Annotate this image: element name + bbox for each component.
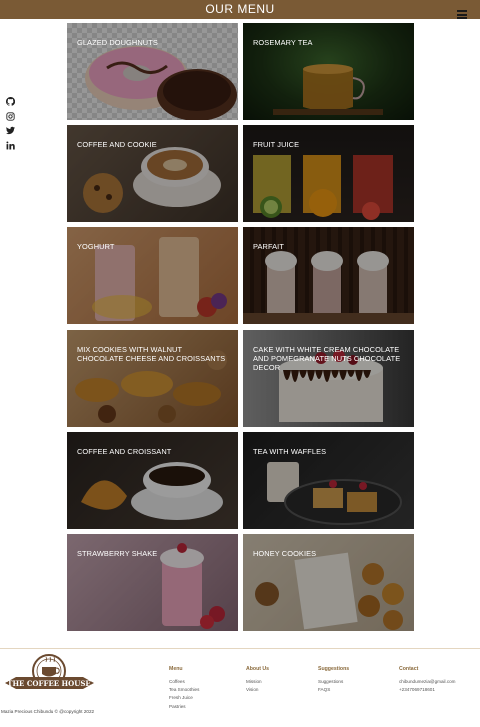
menu-item-label: MIX COOKIES WITH WALNUT CHOCOLATE CHEESE… (77, 345, 226, 363)
menu-card-mix-cookies[interactable]: MIX COOKIES WITH WALNUT CHOCOLATE CHEESE… (67, 330, 238, 427)
menu-item-label: FRUIT JUICE (253, 140, 300, 149)
menu-card-strawberry-shake[interactable]: STRAWBERRY SHAKE (67, 534, 238, 631)
menu-card-parfait[interactable]: PARFAIT (243, 227, 414, 324)
menu-item-label: TEA WITH WAFFLES (253, 447, 327, 456)
footer-heading: About Us (246, 666, 270, 672)
footer-heading: Contact (399, 666, 419, 672)
footer-link[interactable]: Vision (246, 686, 269, 694)
menu-card-coffee-and-cookie[interactable]: COFFEE AND COOKIE (67, 125, 238, 222)
menu-item-label: STRAWBERRY SHAKE (77, 549, 158, 558)
menu-card-coffee-and-croissant[interactable]: COFFEE AND CROISSANT (67, 432, 238, 529)
contact-phone[interactable]: +2347069718601 (399, 686, 456, 694)
instagram-icon[interactable] (6, 111, 15, 121)
footer-link[interactable]: Pastries (169, 703, 199, 711)
page-title: OUR MENU (205, 2, 275, 16)
menu-card-fruit-juice[interactable]: FRUIT JUICE (243, 125, 414, 222)
menu-item-label: HONEY COOKIES (253, 549, 317, 558)
footer-link[interactable]: Tea Smoothies (169, 686, 199, 694)
footer-heading: Suggestions (318, 666, 350, 672)
hamburger-icon[interactable] (457, 10, 467, 19)
menu-card-cake-white-cream[interactable]: CAKE WITH WHITE CREAM CHOCOLATE AND POME… (243, 330, 414, 427)
menu-item-label: COFFEE AND CROISSANT (77, 447, 172, 456)
footer-link[interactable]: FAQS (318, 686, 349, 694)
footer-link[interactable]: Coffees (169, 678, 199, 686)
footer-heading: Menu (169, 666, 183, 672)
twitter-icon[interactable] (6, 126, 15, 135)
footer-column-menu: Menu Coffees Tea Smoothies Fresh Juice P… (169, 666, 199, 711)
footer-link[interactable]: Mission (246, 678, 269, 686)
coffee-house-logo[interactable]: THE COFFEE HOUSE (2, 653, 97, 699)
github-icon[interactable] (6, 97, 15, 106)
menu-card-tea-with-waffles[interactable]: TEA WITH WAFFLES (243, 432, 414, 529)
menu-item-label: GLAZED DOUGHNUTS (77, 38, 158, 47)
linkedin-icon[interactable] (6, 140, 15, 150)
menu-item-label: YOGHURT (77, 242, 115, 251)
menu-card-yoghurt[interactable]: YOGHURT (67, 227, 238, 324)
header-bar: OUR MENU (0, 0, 480, 19)
copyright-text: Mazia Precious Chibundu © @copyright 202… (1, 709, 95, 714)
logo-text: THE COFFEE HOUSE (7, 679, 91, 688)
footer: THE COFFEE HOUSE Mazia Precious Chibundu… (0, 648, 480, 727)
menu-card-glazed-doughnuts[interactable]: GLAZED DOUGHNUTS (67, 23, 238, 120)
footer-link[interactable]: Suggestions (318, 678, 349, 686)
contact-email[interactable]: chibundumezia@gmail.com (399, 678, 456, 686)
footer-column-about: About Us Mission Vision (246, 666, 269, 694)
footer-link[interactable]: Fresh Juice (169, 694, 199, 702)
menu-card-rosemary-tea[interactable]: ROSEMARY TEA (243, 23, 414, 120)
social-links (6, 97, 18, 155)
footer-column-suggestions: Suggestions Suggestions FAQS (318, 666, 349, 694)
menu-item-label: CAKE WITH WHITE CREAM CHOCOLATE AND POME… (253, 345, 401, 372)
menu-item-label: PARFAIT (253, 242, 284, 251)
menu-item-label: ROSEMARY TEA (253, 38, 313, 47)
menu-card-honey-cookies[interactable]: HONEY COOKIES (243, 534, 414, 631)
menu-item-label: COFFEE AND COOKIE (77, 140, 157, 149)
footer-column-contact: Contact chibundumezia@gmail.com +2347069… (399, 666, 456, 694)
